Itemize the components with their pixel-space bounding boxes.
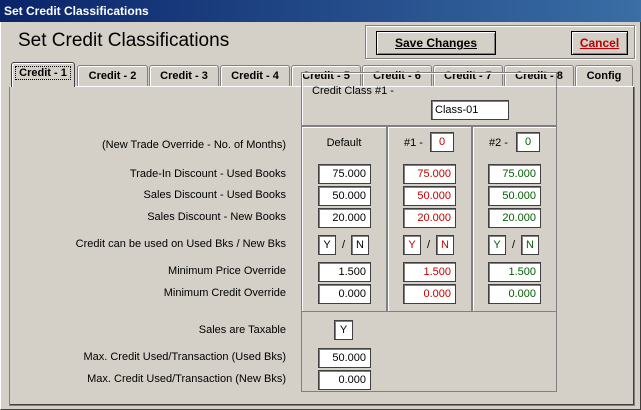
default-sales-used-input[interactable]: 50.000	[318, 186, 371, 206]
min-price-label: Minimum Price Override	[168, 265, 286, 277]
page-title: Set Credit Classifications	[18, 30, 230, 51]
default-min-price-input[interactable]: 1.500	[318, 262, 371, 282]
class-1-min-price-input[interactable]: 1.500	[403, 262, 456, 282]
class-1-flag-slash: /	[427, 239, 431, 251]
default-used-flag-input[interactable]: Y	[318, 235, 336, 255]
class-1-override-months-input[interactable]: 0	[430, 132, 454, 152]
default-new-flag-input[interactable]: N	[351, 235, 369, 255]
window-title-bar: Set Credit Classifications	[0, 0, 641, 22]
class-1-new-flag-input[interactable]: N	[436, 235, 454, 255]
taxable-label: Sales are Taxable	[198, 324, 286, 336]
trade-in-used-label: Trade-In Discount - Used Books	[129, 168, 286, 180]
default-min-credit-input[interactable]: 0.000	[318, 284, 371, 304]
class-2-min-credit-input[interactable]: 0.000	[488, 284, 541, 304]
sales-new-label: Sales Discount - New Books	[147, 211, 286, 223]
taxable-flag-input[interactable]: Y	[334, 320, 353, 340]
action-button-group: Save Changes Cancel	[365, 25, 635, 59]
class-2-used-flag-input[interactable]: Y	[488, 235, 506, 255]
default-sales-new-input[interactable]: 20.000	[318, 208, 371, 228]
cancel-button[interactable]: Cancel	[571, 31, 628, 55]
credit-class-name-input[interactable]: Class-01	[431, 100, 509, 120]
class-1-column-header: #1 -	[404, 137, 423, 149]
default-flag-slash: /	[342, 239, 346, 251]
tab-credit-1[interactable]: Credit - 1	[11, 62, 75, 87]
class-2-override-months-input[interactable]: 0	[516, 132, 540, 152]
class-2-new-flag-input[interactable]: N	[521, 235, 539, 255]
class-1-trade-in-used-input[interactable]: 75.000	[403, 164, 456, 184]
class-2-sales-new-input[interactable]: 20.000	[488, 208, 541, 228]
class-1-min-credit-input[interactable]: 0.000	[403, 284, 456, 304]
class-2-min-price-input[interactable]: 1.500	[488, 262, 541, 282]
override-months-label: (New Trade Override - No. of Months)	[101, 139, 286, 151]
max-credit-used-bks-input[interactable]: 50.000	[318, 348, 371, 368]
credit-class-box: Credit Class #1 -	[301, 72, 557, 126]
default-column-header: Default	[326, 137, 362, 149]
credit-class-label: Credit Class #1 -	[312, 85, 394, 97]
save-changes-button[interactable]: Save Changes	[376, 31, 496, 55]
tab-credit-4[interactable]: Credit - 4	[220, 65, 290, 86]
class-2-trade-in-used-input[interactable]: 75.000	[488, 164, 541, 184]
class-2-column-header: #2 -	[489, 137, 508, 149]
tab-credit-2[interactable]: Credit - 2	[77, 65, 148, 86]
class-2-flag-slash: /	[512, 239, 516, 251]
credit-used-label: Credit can be used on Used Bks / New Bks	[75, 238, 286, 250]
class-1-sales-new-input[interactable]: 20.000	[403, 208, 456, 228]
class-2-sales-used-input[interactable]: 50.000	[488, 186, 541, 206]
sales-used-label: Sales Discount - Used Books	[143, 189, 286, 201]
max-new-label: Max. Credit Used/Transaction (New Bks)	[87, 373, 286, 385]
class-1-used-flag-input[interactable]: Y	[403, 235, 421, 255]
tab-config[interactable]: Config	[575, 65, 633, 86]
default-trade-in-used-input[interactable]: 75.000	[318, 164, 371, 184]
class-1-sales-used-input[interactable]: 50.000	[403, 186, 456, 206]
max-credit-new-bks-input[interactable]: 0.000	[318, 370, 371, 390]
max-used-label: Max. Credit Used/Transaction (Used Bks)	[83, 351, 286, 363]
min-credit-label: Minimum Credit Override	[163, 287, 286, 299]
tab-credit-3[interactable]: Credit - 3	[149, 65, 219, 86]
